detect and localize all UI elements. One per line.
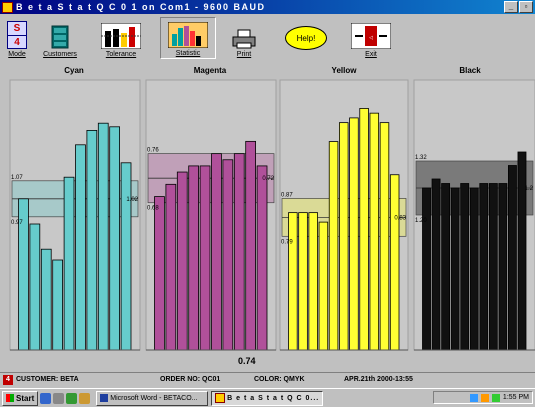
tray-volume-icon[interactable] (491, 393, 500, 402)
start-button[interactable]: Start (2, 390, 39, 406)
label-lower: 0.79 (281, 239, 293, 245)
bar-black-4 (460, 183, 470, 351)
bar-black-7 (488, 183, 498, 351)
bar-cyan-4 (63, 176, 75, 351)
quicklaunch-desktop-icon[interactable] (53, 392, 65, 404)
bar-yellow-6 (349, 117, 359, 351)
bar-cyan-1 (29, 223, 41, 351)
bar-black-6 (479, 183, 489, 351)
tray-app-icon[interactable] (480, 393, 489, 402)
bar-magenta-5 (211, 153, 222, 351)
bar-magenta-6 (222, 159, 234, 351)
bar-yellow-4 (328, 141, 339, 351)
bar-cyan-2 (40, 248, 52, 351)
bar-magenta-7 (233, 153, 245, 351)
bar-cyan-5 (75, 144, 86, 351)
betastat-icon (215, 393, 226, 403)
bar-black-3 (450, 187, 460, 351)
bar-yellow-0 (288, 212, 298, 351)
label-lower: 0.97 (11, 220, 23, 226)
bar-cyan-3 (52, 259, 64, 351)
bar-magenta-2 (176, 171, 188, 351)
bar-black-2 (441, 183, 451, 351)
quicklaunch-tool-icon[interactable] (79, 392, 91, 404)
bar-magenta-0 (154, 196, 165, 351)
start-label: Start (16, 393, 35, 403)
bar-yellow-1 (298, 212, 308, 351)
bar-black-10 (517, 151, 527, 351)
bar-yellow-3 (318, 221, 329, 351)
bar-cyan-8 (109, 126, 120, 351)
task-betastat-label: B e t a S t a t Q C 0... (227, 394, 320, 402)
bar-cyan-6 (86, 129, 98, 351)
taskbar: Start Microsoft Word - BETACO... B e t a… (0, 388, 535, 407)
bar-cyan-7 (97, 122, 109, 351)
label-upper: 1.07 (11, 175, 23, 181)
bar-black-8 (498, 183, 508, 351)
bar-black-9 (508, 165, 517, 351)
bar-magenta-9 (256, 165, 268, 351)
bar-black-1 (431, 178, 441, 351)
bar-yellow-10 (389, 174, 400, 351)
label-target: 1.02 (126, 197, 138, 203)
bar-yellow-7 (359, 108, 369, 351)
label-upper: 0.87 (281, 192, 293, 198)
quicklaunch-app-icon[interactable] (66, 392, 78, 404)
bar-yellow-5 (339, 122, 349, 351)
label-target: 0.72 (262, 176, 274, 182)
bar-yellow-8 (369, 112, 380, 351)
label-upper: 0.76 (147, 148, 159, 154)
bar-cyan-9 (120, 162, 132, 351)
quicklaunch-ie-icon[interactable] (40, 392, 52, 404)
word-icon (100, 394, 109, 402)
bar-magenta-3 (188, 165, 199, 351)
label-target: 0.83 (394, 215, 406, 221)
windows-logo-icon (6, 394, 14, 402)
tray-network-icon[interactable] (469, 393, 478, 402)
bar-black-5 (469, 187, 479, 351)
status-color: COLOR: QMYK (254, 376, 305, 383)
bar-yellow-9 (379, 122, 390, 351)
system-tray: 1:55 PM (433, 391, 533, 404)
density-charts: 1.07 0.97 1.02 0.76 0.68 0.72 0.87 0.79 0.83 1.32… (9, 79, 535, 351)
label-upper: 1.32 (415, 155, 427, 161)
clock: 1:55 PM (502, 394, 529, 401)
bar-yellow-2 (308, 212, 318, 351)
task-word[interactable]: Microsoft Word - BETACO... (96, 390, 209, 406)
label-lower: 1.20 (415, 218, 427, 224)
bar-black-0 (422, 187, 431, 351)
bar-magenta-4 (199, 165, 211, 351)
status-bar: 4 CUSTOMER: BETA ORDER NO: QC01 COLOR: Q… (0, 372, 535, 387)
task-betastat[interactable]: B e t a S t a t Q C 0... (211, 390, 324, 406)
bar-magenta-1 (165, 183, 177, 351)
status-badge: 4 (3, 375, 13, 385)
label-lower: 0.68 (147, 206, 159, 212)
readout-value: 0.74 (238, 356, 256, 366)
task-word-label: Microsoft Word - BETACO... (110, 394, 198, 402)
status-date: APR.21th 2000-13:55 (344, 376, 413, 383)
label-target: 1.2 (525, 186, 534, 192)
bar-magenta-8 (245, 140, 256, 351)
status-order: ORDER NO: QC01 (160, 376, 221, 383)
status-customer: CUSTOMER: BETA (16, 376, 79, 383)
